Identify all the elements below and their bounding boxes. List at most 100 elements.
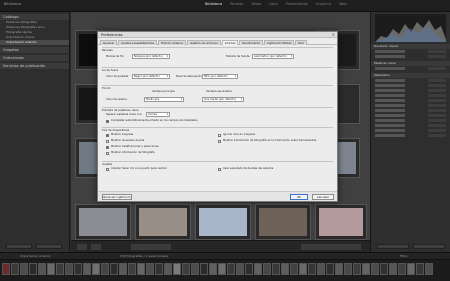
- export-button[interactable]: [36, 244, 62, 249]
- module-develop[interactable]: Revelar: [230, 2, 243, 6]
- show-badges-checkbox[interactable]: [106, 134, 109, 137]
- filmstrip-thumb[interactable]: [119, 263, 127, 275]
- dim-level-select[interactable]: 80% (por defecto): [202, 74, 238, 79]
- sync-settings-button[interactable]: [413, 244, 445, 249]
- fill-color-second-select[interactable]: Gris medio (por defecto): [202, 97, 244, 102]
- filmstrip-thumb[interactable]: [272, 263, 280, 275]
- filmstrip-thumb[interactable]: [299, 263, 307, 275]
- filmstrip-thumb[interactable]: [344, 263, 352, 275]
- fill-color-main-select[interactable]: Medio gris: [144, 97, 184, 102]
- filmstrip-thumb[interactable]: [236, 263, 244, 275]
- filmstrip-thumb[interactable]: [38, 263, 46, 275]
- left-panel: Catálogo Todas las fotografías Todas las…: [0, 12, 70, 252]
- filmstrip-thumb[interactable]: [83, 263, 91, 275]
- cancel-button[interactable]: Cancelar: [312, 194, 334, 200]
- metadata-header[interactable]: Metadatos: [371, 73, 450, 78]
- filmstrip-thumb[interactable]: [371, 263, 379, 275]
- filmstrip-thumb[interactable]: [182, 263, 190, 275]
- folders-header[interactable]: Carpetas: [0, 47, 69, 53]
- filmstrip-thumb[interactable]: [200, 263, 208, 275]
- filmstrip-thumb[interactable]: [209, 263, 217, 275]
- filmstrip-thumb[interactable]: [281, 263, 289, 275]
- group-lights-out-title: Luces fuera: [102, 68, 119, 72]
- filmstrip-thumb[interactable]: [137, 263, 145, 275]
- filmstrip-thumb[interactable]: [11, 263, 19, 275]
- filmstrip-thumb[interactable]: [65, 263, 73, 275]
- tooltips-checkbox[interactable]: [218, 140, 221, 143]
- filmstrip-thumb[interactable]: [29, 263, 37, 275]
- publish-header[interactable]: Servicios de publicación: [0, 63, 69, 69]
- filmstrip-thumb[interactable]: [110, 263, 118, 275]
- import-button[interactable]: [6, 244, 32, 249]
- close-icon[interactable]: ×: [332, 32, 335, 38]
- thumbnail-size-slider[interactable]: [301, 244, 361, 250]
- filmstrip-thumb[interactable]: [353, 263, 361, 275]
- module-slideshow[interactable]: Presentación: [286, 2, 309, 6]
- filmstrip-thumb[interactable]: [92, 263, 100, 275]
- filmstrip-thumb[interactable]: [164, 263, 172, 275]
- module-picker: Biblioteca Revelar Mapa Libro Presentaci…: [205, 2, 347, 6]
- grid-thumb[interactable]: [135, 204, 191, 240]
- filmstrip-thumb[interactable]: [227, 263, 235, 275]
- filmstrip-thumb[interactable]: [155, 263, 163, 275]
- grid-thumb[interactable]: [195, 204, 251, 240]
- sync-button[interactable]: [377, 244, 409, 249]
- histogram: [375, 14, 446, 42]
- screen-color-select[interactable]: Negro (por defecto): [132, 74, 170, 79]
- filmstrip-thumb[interactable]: [389, 263, 397, 275]
- zoom-click-checkbox[interactable]: [106, 168, 109, 171]
- autocomplete-checkbox[interactable]: [106, 120, 109, 123]
- filmstrip-thumb[interactable]: [326, 263, 334, 275]
- grid-thumb[interactable]: [75, 204, 131, 240]
- grid-thumb[interactable]: [315, 204, 367, 240]
- filmstrip-thumb[interactable]: [317, 263, 325, 275]
- filmstrip-thumb[interactable]: [245, 263, 253, 275]
- module-web[interactable]: Web: [339, 2, 347, 6]
- show-ratings-checkbox[interactable]: [106, 146, 109, 149]
- show-stack-counts-checkbox[interactable]: [106, 140, 109, 143]
- filmstrip-thumb[interactable]: [290, 263, 298, 275]
- filmstrip-thumb[interactable]: [416, 263, 424, 275]
- filmstrip-thumb[interactable]: [398, 263, 406, 275]
- loupe-view-button[interactable]: [91, 244, 101, 250]
- keyword-separator-select[interactable]: Comas: [146, 112, 170, 117]
- grid-view-button[interactable]: [77, 244, 87, 250]
- restart-lightroom-button[interactable]: Reiniciar Lightroom: [102, 194, 132, 200]
- catalog-item-last-import[interactable]: Importación anterior: [0, 40, 69, 45]
- filmstrip-thumb[interactable]: [308, 263, 316, 275]
- filmstrip-thumb[interactable]: [191, 263, 199, 275]
- filmstrip-thumb[interactable]: [56, 263, 64, 275]
- filmstrip-thumb[interactable]: [74, 263, 82, 275]
- filmstrip-thumb[interactable]: [146, 263, 154, 275]
- filmstrip-thumb[interactable]: [20, 263, 28, 275]
- show-photo-info-checkbox[interactable]: [106, 152, 109, 155]
- quick-develop-header[interactable]: Revelado rápido: [371, 44, 450, 49]
- keywords-header[interactable]: Palabras clave: [371, 61, 450, 66]
- font-size-select[interactable]: Automático (por defecto): [252, 54, 294, 59]
- collections-header[interactable]: Colecciones: [0, 55, 69, 61]
- filmstrip-thumb[interactable]: [101, 263, 109, 275]
- module-print[interactable]: Imprimir: [316, 2, 331, 6]
- filmstrip-thumb[interactable]: [173, 263, 181, 275]
- filmstrip-thumb[interactable]: [47, 263, 55, 275]
- filmstrip-thumb[interactable]: [128, 263, 136, 275]
- filmstrip-thumb[interactable]: [407, 263, 415, 275]
- filmstrip-thumb[interactable]: [254, 263, 262, 275]
- filmstrip-thumb[interactable]: [218, 263, 226, 275]
- filmstrip-thumb[interactable]: [362, 263, 370, 275]
- filmstrip-thumb[interactable]: [263, 263, 271, 275]
- module-library[interactable]: Biblioteca: [205, 2, 222, 6]
- filmstrip-thumb[interactable]: [425, 263, 433, 275]
- font-smoothing-checkbox[interactable]: [218, 168, 221, 171]
- filmstrip-thumb[interactable]: [2, 263, 10, 275]
- filmstrip-thumb[interactable]: [380, 263, 388, 275]
- sort-control[interactable]: [131, 244, 171, 250]
- grid-thumb[interactable]: [255, 204, 311, 240]
- filmstrip-thumb[interactable]: [335, 263, 343, 275]
- ignore-badge-clicks-checkbox[interactable]: [218, 134, 221, 137]
- filmstrip-source[interactable]: Importación anterior: [20, 254, 51, 258]
- ok-button[interactable]: OK: [290, 194, 308, 200]
- module-book[interactable]: Libro: [269, 2, 278, 6]
- end-marks-select[interactable]: Ninguna (por defecto): [132, 54, 170, 59]
- module-map[interactable]: Mapa: [252, 2, 262, 6]
